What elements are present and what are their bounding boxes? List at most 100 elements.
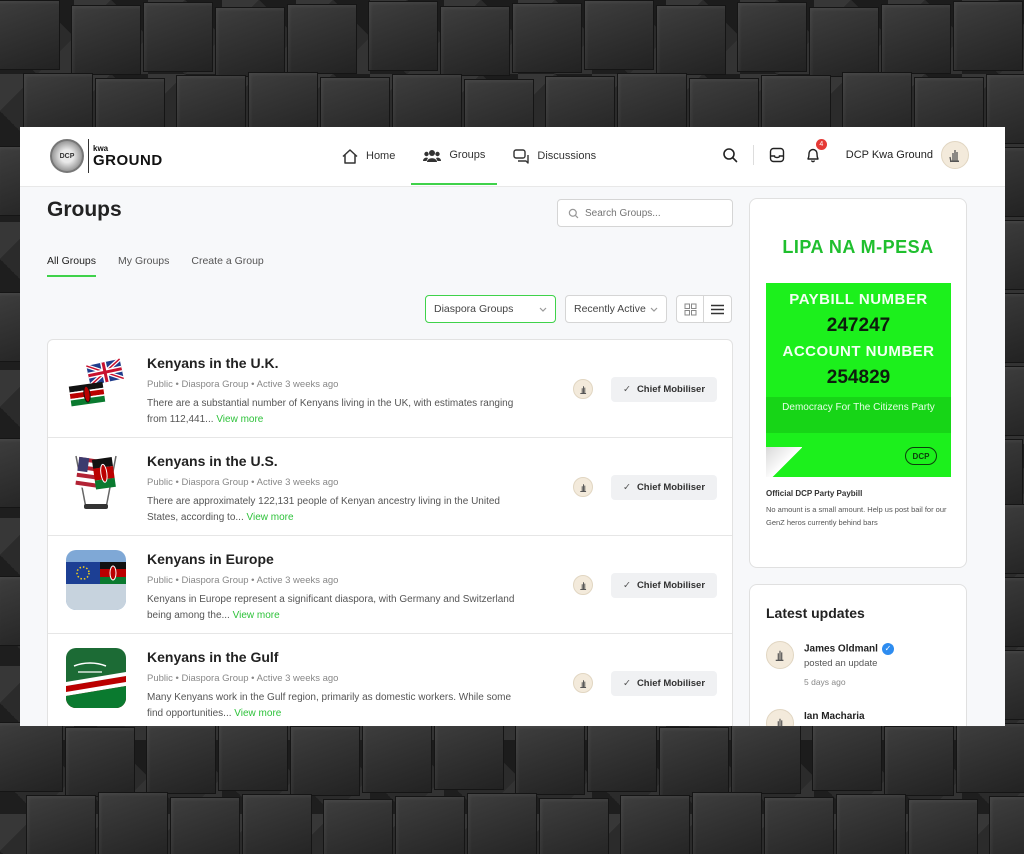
search-button[interactable] bbox=[719, 144, 741, 166]
background-cube bbox=[440, 6, 510, 76]
member-avatar[interactable] bbox=[573, 575, 593, 595]
background-cube bbox=[620, 795, 690, 854]
member-avatar[interactable] bbox=[573, 477, 593, 497]
group-thumbnail[interactable] bbox=[66, 452, 126, 512]
europe-kenya-flags-icon bbox=[66, 550, 126, 610]
user-avatar[interactable] bbox=[941, 141, 969, 169]
background-cube bbox=[143, 2, 213, 72]
party-tagline: Democracy For The Citizens Party bbox=[766, 397, 951, 433]
background-cube bbox=[170, 797, 240, 854]
update-author[interactable]: James Oldmanl ✓ bbox=[804, 643, 894, 655]
role-button[interactable]: ✓ Chief Mobiliser bbox=[611, 475, 717, 500]
background-cube bbox=[71, 5, 141, 75]
view-more-link[interactable]: View more bbox=[247, 512, 294, 523]
background-cube bbox=[362, 723, 432, 793]
list-view-button[interactable] bbox=[704, 296, 731, 322]
group-thumbnail[interactable] bbox=[66, 354, 126, 414]
inbox-button[interactable] bbox=[766, 144, 788, 166]
check-icon: ✓ bbox=[622, 678, 631, 689]
sort-select[interactable]: Recently Active bbox=[565, 295, 667, 323]
tab-all-groups[interactable]: All Groups bbox=[47, 255, 97, 277]
background-cube bbox=[731, 724, 801, 794]
search-icon bbox=[568, 208, 579, 218]
group-meta: Public • Diaspora Group • Active 3 weeks… bbox=[147, 673, 339, 684]
account-label: ACCOUNT NUMBER bbox=[782, 343, 935, 360]
group-row[interactable]: Kenyans in Europe Public • Diaspora Grou… bbox=[48, 536, 732, 634]
background-cube bbox=[287, 4, 357, 74]
grid-view-button[interactable] bbox=[677, 296, 705, 322]
background-cube bbox=[218, 721, 288, 791]
group-list: Kenyans in the U.K. Public • Diaspora Gr… bbox=[47, 339, 733, 726]
tab-my-groups[interactable]: My Groups bbox=[118, 255, 169, 277]
group-title[interactable]: Kenyans in the Gulf bbox=[147, 649, 278, 665]
page-curl-decoration bbox=[766, 447, 802, 477]
group-row[interactable]: Kenyans in the U.S. Public • Diaspora Gr… bbox=[48, 438, 732, 536]
latest-updates-card: Latest updates James Oldmanl ✓ posted an … bbox=[749, 584, 967, 726]
background-cube bbox=[692, 792, 762, 854]
hand-logo-icon bbox=[949, 150, 959, 163]
main-nav: Home Groups Discussions bbox=[330, 127, 612, 187]
tab-create-group[interactable]: Create a Group bbox=[191, 255, 263, 277]
chevron-down-icon bbox=[650, 307, 658, 312]
hand-logo-icon bbox=[775, 650, 784, 661]
background-cube bbox=[65, 727, 135, 797]
role-button[interactable]: ✓ Chief Mobiliser bbox=[611, 377, 717, 402]
role-button[interactable]: ✓ Chief Mobiliser bbox=[611, 573, 717, 598]
nav-discussions[interactable]: Discussions bbox=[501, 127, 608, 185]
group-title[interactable]: Kenyans in Europe bbox=[147, 551, 274, 567]
background-cube bbox=[737, 2, 807, 72]
group-row[interactable]: Kenyans in the Gulf Public • Diaspora Gr… bbox=[48, 634, 732, 726]
update-author[interactable]: Ian Macharia bbox=[804, 711, 865, 722]
paybill-caption: Official DCP Party Paybill bbox=[766, 489, 863, 498]
background-cube bbox=[884, 726, 954, 796]
background-cube bbox=[0, 0, 60, 70]
group-type-select[interactable]: Diaspora Groups bbox=[425, 295, 556, 323]
background-cube bbox=[515, 725, 585, 795]
background-cube bbox=[584, 0, 654, 70]
update-avatar[interactable] bbox=[766, 709, 794, 726]
group-search[interactable] bbox=[557, 199, 733, 227]
view-more-link[interactable]: View more bbox=[233, 610, 280, 621]
site-logo[interactable]: DCP kwa GROUND bbox=[50, 139, 163, 173]
paybill-banner: PAYBILL NUMBER 247247 ACCOUNT NUMBER 254… bbox=[766, 283, 951, 477]
background-cube bbox=[0, 722, 63, 792]
role-button[interactable]: ✓ Chief Mobiliser bbox=[611, 671, 717, 696]
group-row[interactable]: Kenyans in the U.K. Public • Diaspora Gr… bbox=[48, 340, 732, 438]
nav-groups-label: Groups bbox=[449, 149, 486, 161]
update-action: posted an update bbox=[804, 658, 878, 669]
background-cube bbox=[836, 794, 906, 854]
background-cube bbox=[215, 7, 285, 77]
latest-updates-title: Latest updates bbox=[766, 605, 865, 621]
notifications-button[interactable]: 4 bbox=[802, 139, 827, 166]
background-cube bbox=[812, 721, 882, 791]
us-kenya-flags-icon bbox=[75, 455, 117, 509]
top-bar: DCP kwa GROUND Home Groups Discussions 4… bbox=[20, 127, 1005, 187]
notification-badge: 4 bbox=[815, 139, 827, 150]
inbox-icon bbox=[769, 147, 784, 163]
group-title[interactable]: Kenyans in the U.S. bbox=[147, 453, 278, 469]
paybill-label: PAYBILL NUMBER bbox=[789, 291, 928, 308]
view-more-link[interactable]: View more bbox=[216, 414, 263, 425]
nav-groups[interactable]: Groups bbox=[411, 127, 498, 185]
logo-ground-text: GROUND bbox=[93, 151, 163, 169]
group-thumbnail[interactable] bbox=[66, 648, 126, 708]
browser-window: DCP kwa GROUND Home Groups Discussions 4… bbox=[20, 127, 1005, 726]
group-title[interactable]: Kenyans in the U.K. bbox=[147, 355, 278, 371]
dcp-logo: DCP bbox=[905, 447, 937, 465]
update-avatar[interactable] bbox=[766, 641, 794, 669]
list-icon bbox=[711, 304, 724, 314]
hand-logo-icon bbox=[579, 483, 586, 492]
grid-icon bbox=[684, 303, 696, 315]
member-avatar[interactable] bbox=[573, 379, 593, 399]
gulf-kenya-flags-icon bbox=[66, 648, 126, 708]
member-avatar[interactable] bbox=[573, 673, 593, 693]
view-more-link[interactable]: View more bbox=[234, 708, 281, 719]
nav-home[interactable]: Home bbox=[330, 127, 407, 185]
group-thumbnail[interactable] bbox=[66, 550, 126, 610]
user-name[interactable]: DCP Kwa Ground bbox=[846, 149, 933, 161]
verified-icon: ✓ bbox=[881, 643, 894, 655]
search-input[interactable] bbox=[585, 207, 715, 219]
group-description: Kenyans in Europe represent a significan… bbox=[147, 594, 515, 621]
paybill-note: No amount is a small amount. Help us pos… bbox=[766, 505, 947, 527]
paybill-card: LIPA NA M-PESA PAYBILL NUMBER 247247 ACC… bbox=[749, 198, 967, 568]
